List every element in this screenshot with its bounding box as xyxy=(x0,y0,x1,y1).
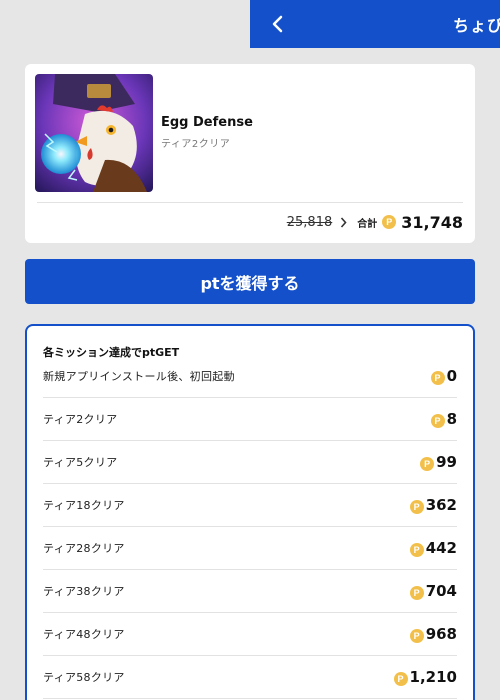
point-coin-icon: P xyxy=(409,499,424,514)
back-button[interactable] xyxy=(262,8,294,40)
header-title: ちょび xyxy=(453,16,500,35)
point-coin-icon: P xyxy=(382,215,397,229)
mission-points: 8 xyxy=(446,410,457,428)
mission-reward: P 0 xyxy=(430,367,457,385)
mission-reward: P 362 xyxy=(409,496,457,514)
point-coin-icon: P xyxy=(430,413,445,428)
mission-label: ティア38クリア xyxy=(43,585,125,598)
mission-points: 99 xyxy=(436,453,457,471)
mission-reward: P 442 xyxy=(409,539,457,557)
mission-reward: P 8 xyxy=(430,410,457,428)
mission-label: ティア18クリア xyxy=(43,499,125,512)
chevron-right-icon xyxy=(340,216,347,228)
point-coin-icon: P xyxy=(409,628,424,643)
point-coin-icon: P xyxy=(420,456,435,471)
total-price: 31,748 xyxy=(401,212,463,232)
mission-row: 新規アプリインストール後、初回起動 P 0 xyxy=(43,355,457,398)
mission-points: 362 xyxy=(425,496,457,514)
mission-row: ティア2クリア P 8 xyxy=(43,398,457,441)
point-coin-icon: P xyxy=(409,585,424,600)
mission-reward: P 1,210 xyxy=(393,668,457,686)
mission-points: 1,210 xyxy=(409,668,457,686)
total-label: 合計 xyxy=(357,218,378,230)
mission-label: ティア58クリア xyxy=(43,671,125,684)
mission-row: ティア38クリア P 704 xyxy=(43,570,457,613)
chevron-left-icon xyxy=(272,15,283,33)
mission-reward: P 968 xyxy=(409,625,457,643)
mission-label: ティア5クリア xyxy=(43,456,118,469)
mission-row: ティア18クリア P 362 xyxy=(43,484,457,527)
mission-reward: P 99 xyxy=(420,453,457,471)
mission-label: 新規アプリインストール後、初回起動 xyxy=(43,370,235,383)
app-subtitle: ティア2クリア xyxy=(161,139,231,150)
app-icon xyxy=(35,74,153,192)
mission-label: ティア2クリア xyxy=(43,413,118,426)
mission-points: 0 xyxy=(446,367,457,385)
mission-label: ティア28クリア xyxy=(43,542,125,555)
mission-box: 各ミッション達成でptGET 新規アプリインストール後、初回起動 P 0 ティア… xyxy=(25,324,475,700)
point-coin-icon: P xyxy=(393,671,408,686)
app-card[interactable]: Egg Defense ティア2クリア 25,818 合計 P 31,748 xyxy=(25,64,475,243)
mission-label: ティア48クリア xyxy=(43,628,125,641)
point-coin-icon: P xyxy=(409,542,424,557)
mission-points: 442 xyxy=(425,539,457,557)
mission-row: ティア58クリア P 1,210 xyxy=(43,656,457,699)
top-header-bar: ちょび xyxy=(250,0,500,48)
mission-row: ティア28クリア P 442 xyxy=(43,527,457,570)
price-row: 25,818 合計 P 31,748 xyxy=(287,210,463,234)
mission-row: ティア5クリア P 99 xyxy=(43,441,457,484)
earn-points-button[interactable]: ptを獲得する xyxy=(25,259,475,304)
mission-points: 704 xyxy=(425,582,457,600)
mission-list: 新規アプリインストール後、初回起動 P 0 ティア2クリア P 8 ティア5クリ… xyxy=(43,361,457,699)
mission-points: 968 xyxy=(425,625,457,643)
point-coin-icon: P xyxy=(430,370,445,385)
old-price: 25,818 xyxy=(286,214,333,230)
app-name: Egg Defense xyxy=(161,115,253,130)
mission-reward: P 704 xyxy=(409,582,457,600)
mission-row: ティア48クリア P 968 xyxy=(43,613,457,656)
divider xyxy=(37,202,463,203)
